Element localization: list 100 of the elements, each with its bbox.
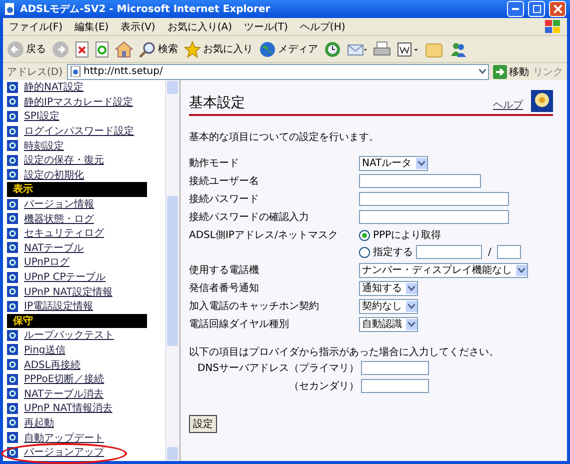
input-field[interactable] [361,379,429,393]
menu-link[interactable]: Ping送信 [24,342,66,357]
input-field[interactable] [497,245,522,259]
menu-link[interactable]: 再起動 [24,416,54,430]
menu-link[interactable]: SPI設定 [24,109,60,124]
menu-link[interactable]: UPnP NAT情報消去 [24,401,112,416]
forward-icon [52,40,69,58]
home-button[interactable] [115,40,133,58]
menu-link[interactable]: セキュリティログ [24,226,104,240]
radio-label: PPPにより取得 [373,229,442,242]
note-text: 以下の項目はプロバイダから指示があった場合に入力してください。 [189,346,500,359]
submit-button[interactable]: 設定 [189,415,217,433]
close-button[interactable] [549,1,566,17]
maximize-icon [532,5,540,13]
menu-link[interactable]: UPnP CPテーブル [24,270,106,284]
menu-link[interactable]: UPnP NAT設定情報 [24,284,112,299]
edit-button[interactable] [397,40,419,58]
menu-item[interactable]: 表示(V) [120,20,156,34]
menu-item[interactable]: 編集(E) [74,20,109,34]
input-field[interactable] [359,192,509,206]
field-label: ADSL側IPアドレス/ネットマスク [189,229,339,242]
field-label: 接続パスワード [189,192,260,206]
folder-button[interactable] [425,40,443,58]
clock-icon [324,40,341,58]
dropdown[interactable]: 自動認識 [359,316,418,332]
go-button[interactable]: 移動 [493,64,529,78]
field-label: 接続パスワードの確認入力 [189,210,310,224]
page-heading: 基本設定 [189,94,245,112]
help-link[interactable]: ヘルプ [493,98,523,112]
input-field[interactable] [416,245,482,259]
input-field[interactable] [361,361,429,375]
document-icon [397,40,419,58]
caret-icon [518,268,525,272]
dropdown[interactable]: ナンバー・ディスプレイ機能なし [359,262,528,278]
menu-link[interactable]: 機器状態・ログ [24,212,94,226]
maximize-button[interactable] [528,1,545,17]
menu-link[interactable]: 設定の初期化 [24,168,84,182]
dropdown[interactable]: 契約なし [359,298,418,314]
menu-link[interactable]: 静的NAT設定 [24,80,84,94]
description-text: 基本的な項目についての設定を行います。 [189,130,380,144]
menu-link[interactable]: バージョンアップ [24,445,104,460]
history-button[interactable] [324,40,341,58]
menu-item[interactable]: お気に入り(A) [167,20,232,34]
search-button[interactable]: 検索 [139,40,178,58]
menu-link[interactable]: PPPoE切断／接続 [24,372,104,386]
print-button[interactable] [373,40,391,58]
menu-link[interactable]: 時刻設定 [24,138,64,153]
menu-link[interactable]: NATテーブル [24,240,84,255]
caret-icon [408,304,415,308]
dropdown[interactable]: 通知する [359,280,418,296]
field-label: 加入電話のキャッチホン契約 [189,300,320,313]
menu-item[interactable]: ヘルプ(H) [300,20,346,34]
menu-item[interactable]: ツール(T) [244,20,288,34]
separator-text: / [488,246,492,258]
dropdown[interactable]: NATルータ [359,156,428,170]
refresh-button[interactable] [95,40,109,58]
home-icon [115,40,133,58]
favorites-button[interactable]: お気に入り [184,40,253,58]
section-header: 表示 [7,182,147,197]
menu-link[interactable]: 設定の保存・復元 [24,153,104,168]
address-label: アドレス(D) [7,66,63,78]
scrollbar[interactable] [165,80,179,461]
field-label: 使用する電話機 [189,264,260,277]
folder-icon [425,40,443,58]
media-button[interactable]: メディア [259,40,318,58]
caret-icon [408,322,415,326]
menu-link[interactable]: ADSL再接続 [24,358,80,372]
field-label: 電話回線ダイヤル種別 [189,318,290,331]
page-icon [70,66,81,77]
help-icon[interactable] [531,90,553,112]
back-button[interactable]: 戻る [7,40,46,58]
field-label: 接続ユーザー名 [189,174,260,188]
radio-button[interactable] [359,230,370,240]
menu-link[interactable]: ログインパスワード設定 [24,124,134,138]
people-icon [449,40,467,58]
menu-link[interactable]: 自動アップデート [24,430,104,445]
menu-item[interactable]: ファイル(F) [9,20,63,34]
minimize-icon [512,8,519,10]
menu-link[interactable]: バージョン情報 [24,197,94,212]
back-icon [7,40,24,58]
stop-icon [75,40,89,58]
menu-link[interactable]: 静的IPマスカレード設定 [24,94,133,109]
menu-link[interactable]: NATテーブル消去 [24,386,104,401]
menu-link[interactable]: UPnPログ [24,255,70,270]
input-field[interactable] [359,210,509,224]
address-field[interactable]: http://ntt.setup/ [66,64,489,80]
globe-icon [259,40,276,58]
forward-button[interactable] [52,40,69,58]
stop-button[interactable] [75,40,89,58]
messenger-button[interactable] [449,40,467,58]
menu-link[interactable]: ループバックテスト [24,328,114,342]
input-field[interactable] [359,174,481,188]
menu-link[interactable]: IP電話設定情報 [24,299,93,314]
star-icon [184,40,201,58]
printer-icon [373,40,391,58]
field-label: DNSサーバアドレス（プライマリ） [196,362,359,375]
minimize-button[interactable] [507,1,524,17]
field-label: 発信者番号通知 [189,282,260,295]
window-title: ADSLモデム-SV2 - Microsoft Internet Explorer [20,3,272,16]
radio-button[interactable] [359,246,370,258]
